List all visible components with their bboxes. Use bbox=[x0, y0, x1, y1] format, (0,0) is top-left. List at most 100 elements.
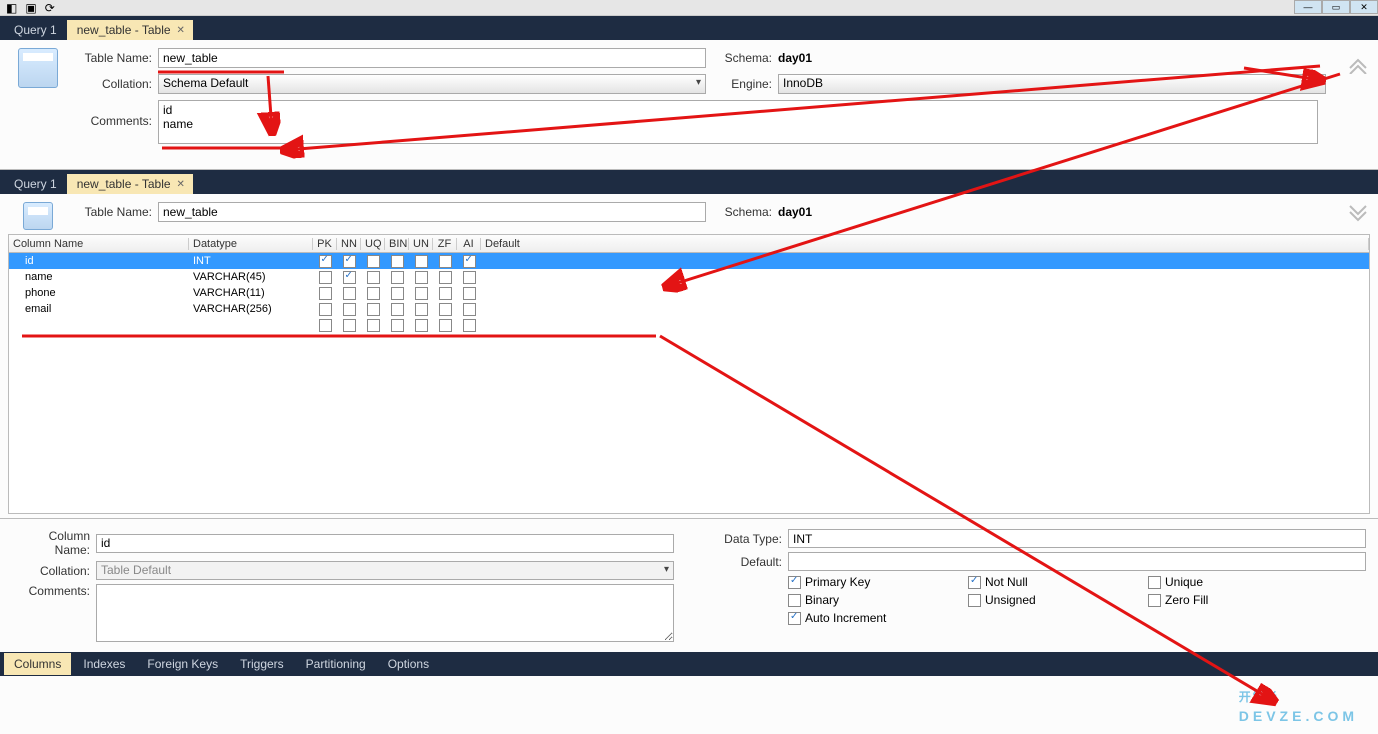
flag-nn[interactable]: Not Null bbox=[968, 575, 1148, 589]
checkbox[interactable] bbox=[391, 255, 404, 268]
flag-zf[interactable]: Zero Fill bbox=[1148, 593, 1328, 607]
checkbox[interactable] bbox=[463, 271, 476, 284]
table-form-panel-2: Table Name: Schema: day01 bbox=[0, 194, 1378, 234]
table-icon-block bbox=[8, 48, 68, 161]
table-name-label: Table Name: bbox=[68, 51, 158, 65]
checkbox[interactable] bbox=[415, 255, 428, 268]
checkbox[interactable] bbox=[319, 303, 332, 316]
checkbox[interactable] bbox=[463, 319, 476, 332]
bottom-tab-triggers[interactable]: Triggers bbox=[230, 653, 294, 675]
checkbox[interactable] bbox=[367, 255, 380, 268]
tab-new-table-b[interactable]: new_table - Table ✕ bbox=[67, 174, 193, 194]
schema-label: Schema: bbox=[722, 205, 778, 219]
tab-new-table[interactable]: new_table - Table ✕ bbox=[67, 20, 193, 40]
col-name-input[interactable] bbox=[96, 534, 674, 553]
checkbox[interactable] bbox=[968, 594, 981, 607]
bottom-tab-bar: ColumnsIndexesForeign KeysTriggersPartit… bbox=[0, 652, 1378, 676]
checkbox[interactable] bbox=[968, 576, 981, 589]
table-form-panel-1: Table Name: Schema: day01 Collation: Sch… bbox=[0, 40, 1378, 170]
close-icon[interactable]: ✕ bbox=[177, 25, 185, 36]
checkbox[interactable] bbox=[415, 319, 428, 332]
checkbox[interactable] bbox=[463, 255, 476, 268]
columns-table[interactable]: Column Name Datatype PK NN UQ BIN UN ZF … bbox=[8, 234, 1370, 514]
toolbar-icon[interactable]: ◧ bbox=[6, 1, 17, 15]
checkbox[interactable] bbox=[415, 287, 428, 300]
checkbox[interactable] bbox=[1148, 594, 1161, 607]
checkbox[interactable] bbox=[343, 255, 356, 268]
checkbox[interactable] bbox=[439, 255, 452, 268]
flag-ai[interactable]: Auto Increment bbox=[788, 611, 968, 625]
comments-textarea[interactable] bbox=[158, 100, 1318, 144]
flag-uq[interactable]: Unique bbox=[1148, 575, 1328, 589]
table-name-input[interactable] bbox=[158, 48, 706, 68]
window-buttons: — ▭ ✕ bbox=[1294, 0, 1378, 14]
close-icon[interactable]: ✕ bbox=[177, 179, 185, 190]
checkbox[interactable] bbox=[463, 303, 476, 316]
checkbox[interactable] bbox=[367, 271, 380, 284]
table-row[interactable] bbox=[9, 317, 1369, 333]
checkbox[interactable] bbox=[391, 319, 404, 332]
toolbar: ◧ ▣ ⟳ bbox=[0, 0, 1378, 16]
engine-select[interactable]: InnoDB▾ bbox=[778, 74, 1326, 94]
checkbox[interactable] bbox=[367, 319, 380, 332]
bottom-tab-partitioning[interactable]: Partitioning bbox=[296, 653, 376, 675]
checkbox[interactable] bbox=[415, 303, 428, 316]
flag-bi[interactable]: Binary bbox=[788, 593, 968, 607]
checkbox[interactable] bbox=[415, 271, 428, 284]
col-comments-textarea[interactable] bbox=[96, 584, 674, 642]
bottom-tab-foreign-keys[interactable]: Foreign Keys bbox=[137, 653, 228, 675]
checkbox[interactable] bbox=[463, 287, 476, 300]
checkbox[interactable] bbox=[439, 303, 452, 316]
table-row[interactable]: emailVARCHAR(256) bbox=[9, 301, 1369, 317]
default-input[interactable] bbox=[788, 552, 1366, 571]
bottom-tab-columns[interactable]: Columns bbox=[4, 653, 71, 675]
checkbox[interactable] bbox=[439, 271, 452, 284]
bottom-tab-options[interactable]: Options bbox=[378, 653, 439, 675]
checkbox[interactable] bbox=[788, 612, 801, 625]
checkbox[interactable] bbox=[439, 287, 452, 300]
col-collation-select[interactable]: Table Default▾ bbox=[96, 561, 674, 580]
table-row[interactable]: phoneVARCHAR(11) bbox=[9, 285, 1369, 301]
checkbox[interactable] bbox=[391, 271, 404, 284]
toolbar-icon[interactable]: ⟳ bbox=[45, 1, 55, 15]
checkbox[interactable] bbox=[367, 303, 380, 316]
checkbox[interactable] bbox=[788, 594, 801, 607]
table-name-input[interactable] bbox=[158, 202, 706, 222]
bottom-tab-indexes[interactable]: Indexes bbox=[73, 653, 135, 675]
datatype-input[interactable] bbox=[788, 529, 1366, 548]
checkbox[interactable] bbox=[439, 319, 452, 332]
tab-query1[interactable]: Query 1 bbox=[4, 20, 67, 40]
checkbox[interactable] bbox=[343, 271, 356, 284]
col-collation-label: Collation: bbox=[12, 564, 96, 578]
checkbox[interactable] bbox=[1148, 576, 1161, 589]
tab-query1-b[interactable]: Query 1 bbox=[4, 174, 67, 194]
chevron-down-icon: ▾ bbox=[1316, 77, 1321, 88]
checkbox[interactable] bbox=[343, 303, 356, 316]
column-detail-panel: Column Name: Collation: Table Default▾ C… bbox=[0, 519, 1378, 652]
schema-value: day01 bbox=[778, 51, 812, 65]
checkbox[interactable] bbox=[319, 255, 332, 268]
checkbox[interactable] bbox=[391, 303, 404, 316]
checkbox[interactable] bbox=[367, 287, 380, 300]
columns-panel: Column Name Datatype PK NN UQ BIN UN ZF … bbox=[0, 234, 1378, 519]
checkbox[interactable] bbox=[319, 319, 332, 332]
collapse-icon[interactable] bbox=[1348, 54, 1368, 77]
close-button[interactable]: ✕ bbox=[1350, 0, 1378, 14]
checkbox[interactable] bbox=[343, 287, 356, 300]
checkbox[interactable] bbox=[319, 287, 332, 300]
comments-label: Comments: bbox=[68, 100, 158, 128]
checkbox[interactable] bbox=[391, 287, 404, 300]
checkbox[interactable] bbox=[319, 271, 332, 284]
maximize-button[interactable]: ▭ bbox=[1322, 0, 1350, 14]
minimize-button[interactable]: — bbox=[1294, 0, 1322, 14]
checkbox[interactable] bbox=[343, 319, 356, 332]
collation-select[interactable]: Schema Default▾ bbox=[158, 74, 706, 94]
flag-us[interactable]: Unsigned bbox=[968, 593, 1148, 607]
table-row[interactable]: idINT bbox=[9, 253, 1369, 269]
toolbar-icon[interactable]: ▣ bbox=[25, 1, 36, 15]
flag-pk[interactable]: Primary Key bbox=[788, 575, 968, 589]
expand-icon[interactable] bbox=[1348, 202, 1368, 225]
columns-body[interactable]: idINTnameVARCHAR(45)phoneVARCHAR(11)emai… bbox=[9, 253, 1369, 333]
table-row[interactable]: nameVARCHAR(45) bbox=[9, 269, 1369, 285]
checkbox[interactable] bbox=[788, 576, 801, 589]
